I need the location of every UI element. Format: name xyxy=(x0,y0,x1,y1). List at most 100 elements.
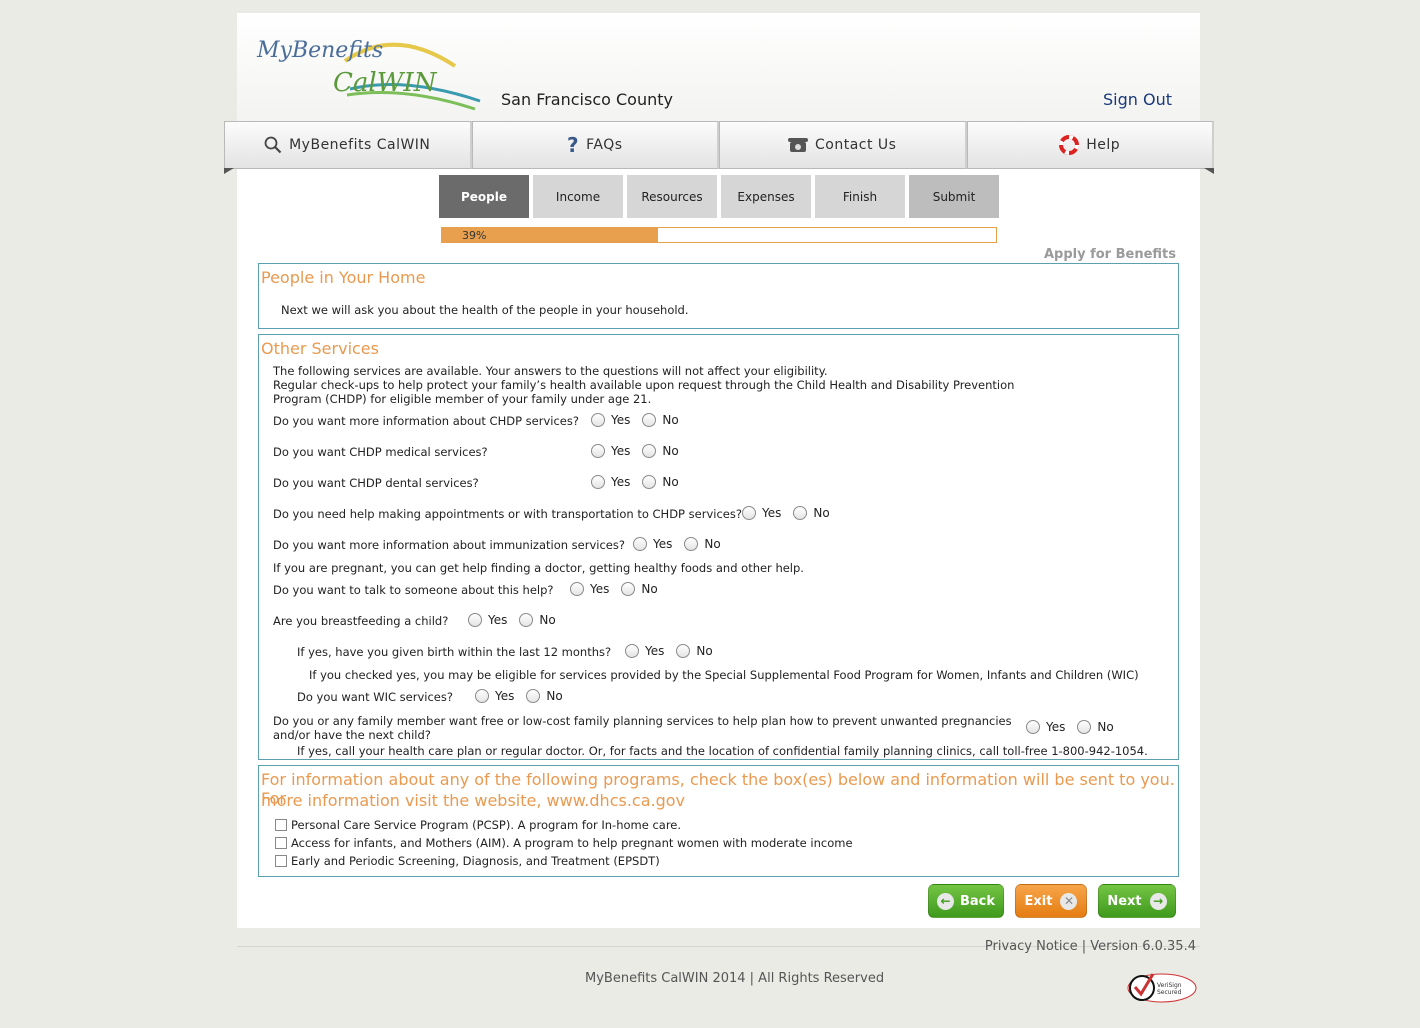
family-planning-note: If yes, call your health care plan or re… xyxy=(297,744,1148,758)
no-radio[interactable] xyxy=(526,689,541,703)
yes-radio[interactable] xyxy=(591,444,605,458)
nav-corner-right xyxy=(1204,168,1214,174)
breastfeeding-radio-group: Yes No xyxy=(468,613,568,627)
question-chdp-dental: Do you want CHDP dental services? xyxy=(273,476,479,490)
yes-label: Yes xyxy=(653,537,673,551)
next-button[interactable]: Next → xyxy=(1098,884,1176,918)
programs-info-section: For information about any of the followi… xyxy=(258,765,1179,877)
no-radio[interactable] xyxy=(642,475,657,489)
no-radio[interactable] xyxy=(684,537,699,551)
header: MyBenefits CalWIN San Francisco County S… xyxy=(237,13,1200,123)
nav-help-label: Help xyxy=(1086,137,1121,153)
no-radio[interactable] xyxy=(642,444,657,458)
yes-radio[interactable] xyxy=(742,506,756,520)
section-title-line-2: more information visit the website, www.… xyxy=(261,791,686,810)
nav-mybenefits[interactable]: MyBenefits CalWIN xyxy=(224,121,472,169)
pcsp-label: Personal Care Service Program (PCSP). A … xyxy=(291,818,682,832)
arrow-left-icon: ← xyxy=(936,892,954,910)
yes-radio[interactable] xyxy=(468,613,482,627)
no-label: No xyxy=(546,689,563,703)
yes-label: Yes xyxy=(495,689,515,703)
back-button[interactable]: ← Back xyxy=(928,884,1004,918)
yes-radio[interactable] xyxy=(633,537,647,551)
no-radio[interactable] xyxy=(519,613,534,627)
intro-text-1: The following services are available. Yo… xyxy=(273,364,828,378)
no-radio[interactable] xyxy=(676,644,691,658)
program-pcsp-row: Personal Care Service Program (PCSP). A … xyxy=(275,818,681,832)
question-chdp-transport: Do you need help making appointments or … xyxy=(273,507,742,521)
no-label: No xyxy=(662,444,679,458)
yes-label: Yes xyxy=(611,444,631,458)
arrow-right-icon: → xyxy=(1149,892,1167,910)
verisign-seal-icon: VeriSign Secured xyxy=(1127,973,1197,1003)
yes-label: Yes xyxy=(611,475,631,489)
no-radio[interactable] xyxy=(642,413,657,427)
epsdt-checkbox[interactable] xyxy=(275,855,287,867)
given-birth-radio-group: Yes No xyxy=(625,644,725,658)
no-label: No xyxy=(696,644,713,658)
other-services-section: Other Services The following services ar… xyxy=(258,334,1179,760)
epsdt-label: Early and Periodic Screening, Diagnosis,… xyxy=(291,854,660,868)
step-expenses[interactable]: Expenses xyxy=(721,175,811,218)
nav-contact-label: Contact Us xyxy=(815,137,897,153)
chdp-medical-radio-group: Yes No xyxy=(591,444,691,458)
intro-text-3: Program (CHDP) for eligible member of yo… xyxy=(273,392,652,406)
svg-text:CalWIN: CalWIN xyxy=(333,68,438,98)
nav-mybenefits-label: MyBenefits CalWIN xyxy=(289,137,431,153)
no-label: No xyxy=(662,413,679,427)
exit-button[interactable]: Exit ✕ xyxy=(1015,884,1087,918)
lifebuoy-icon xyxy=(1059,135,1080,155)
yes-radio[interactable] xyxy=(475,689,489,703)
yes-radio[interactable] xyxy=(591,413,605,427)
next-label: Next xyxy=(1107,893,1142,909)
nav-contact[interactable]: Contact Us xyxy=(719,121,967,169)
yes-radio[interactable] xyxy=(625,644,639,658)
nav-help[interactable]: Help xyxy=(966,121,1214,169)
back-label: Back xyxy=(959,893,996,909)
yes-radio[interactable] xyxy=(570,582,584,596)
question-breastfeeding: Are you breastfeeding a child? xyxy=(273,614,449,628)
step-submit[interactable]: Submit xyxy=(909,175,999,218)
family-planning-radio-group: Yes No xyxy=(1026,720,1126,734)
no-radio[interactable] xyxy=(621,582,636,596)
chdp-info-radio-group: Yes No xyxy=(591,413,691,427)
sign-out-link[interactable]: Sign Out xyxy=(1103,90,1172,109)
program-aim-row: Access for infants, and Mothers (AIM). A… xyxy=(275,836,853,850)
footer-separator: | xyxy=(1081,939,1087,954)
mybenefits-calwin-logo: MyBenefits CalWIN xyxy=(256,38,481,111)
nav-faqs-label: FAQs xyxy=(586,137,623,153)
yes-label: Yes xyxy=(590,582,610,596)
question-wic: Do you want WIC services? xyxy=(297,690,453,704)
apply-for-benefits-label: Apply for Benefits xyxy=(1043,247,1176,262)
nav-faqs[interactable]: ? FAQs xyxy=(471,121,719,169)
no-label: No xyxy=(704,537,721,551)
section-title: People in Your Home xyxy=(261,268,426,287)
step-people[interactable]: People xyxy=(439,175,529,218)
yes-label: Yes xyxy=(645,644,665,658)
talk-help-radio-group: Yes No xyxy=(570,582,670,596)
program-epsdt-row: Early and Periodic Screening, Diagnosis,… xyxy=(275,854,660,868)
search-icon xyxy=(264,136,282,154)
step-income[interactable]: Income xyxy=(533,175,623,218)
no-radio[interactable] xyxy=(1077,720,1092,734)
privacy-notice-link[interactable]: Privacy Notice xyxy=(985,939,1078,954)
no-label: No xyxy=(662,475,679,489)
yes-radio[interactable] xyxy=(1026,720,1040,734)
pregnant-note: If you are pregnant, you can get help fi… xyxy=(273,561,804,575)
phone-icon xyxy=(788,137,809,153)
pcsp-checkbox[interactable] xyxy=(275,819,287,831)
yes-radio[interactable] xyxy=(591,475,605,489)
aim-checkbox[interactable] xyxy=(275,837,287,849)
step-tabs: People Income Resources Expenses Finish … xyxy=(439,175,999,218)
question-chdp-medical: Do you want CHDP medical services? xyxy=(273,445,488,459)
immunization-radio-group: Yes No xyxy=(633,537,733,551)
no-label: No xyxy=(1097,720,1114,734)
no-radio[interactable] xyxy=(793,506,808,520)
step-finish[interactable]: Finish xyxy=(815,175,905,218)
question-family-planning-2: and/or have the next child? xyxy=(273,728,431,742)
progress-bar: 39% xyxy=(441,227,997,243)
step-resources[interactable]: Resources xyxy=(627,175,717,218)
no-label: No xyxy=(641,582,658,596)
question-immunization: Do you want more information about immun… xyxy=(273,538,625,552)
no-label: No xyxy=(813,506,830,520)
